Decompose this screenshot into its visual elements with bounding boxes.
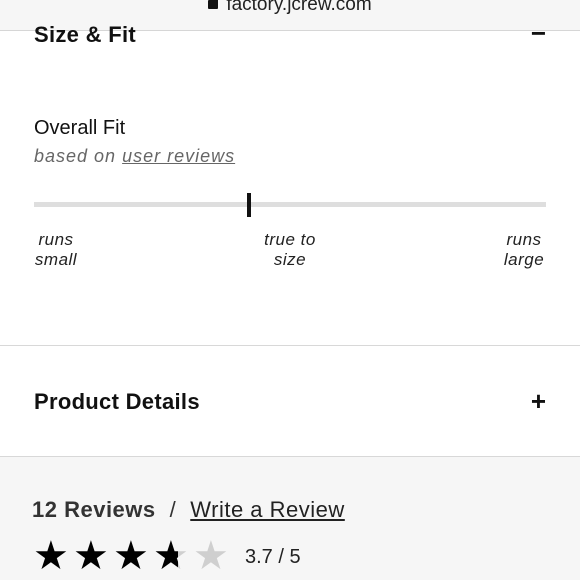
overall-fit-title: Overall Fit xyxy=(34,117,126,139)
reviews-header: 12 Reviews / Write a Review xyxy=(32,497,345,523)
based-on-text: based on xyxy=(34,146,117,166)
product-details-expand-icon[interactable]: + xyxy=(531,388,546,414)
scale-label-runs-large: runs large xyxy=(502,230,546,270)
scale-right-line2: large xyxy=(503,250,545,269)
star-partial-icon: ★ ★ xyxy=(153,534,189,578)
scale-right-line1: runs xyxy=(506,230,542,249)
scale-label-runs-small: runs small xyxy=(34,230,78,270)
star-filled-icon: ★ xyxy=(113,534,149,578)
review-count: 12 Reviews xyxy=(32,497,156,522)
star-filled-icon: ★ xyxy=(73,534,109,578)
separator: / xyxy=(169,497,177,522)
scale-mid-line2: size xyxy=(273,250,307,269)
star-empty-icon: ★ xyxy=(193,534,229,578)
star-partial-fill: ★ xyxy=(153,536,179,576)
size-fit-collapse-icon[interactable]: − xyxy=(531,20,546,46)
section-divider xyxy=(0,345,580,346)
size-fit-title[interactable]: Size & Fit xyxy=(34,22,136,48)
scale-left-line1: runs xyxy=(38,230,74,249)
scale-mid-line1: true to xyxy=(264,230,316,249)
overall-fit-subtitle: based on user reviews xyxy=(34,146,235,167)
fit-scale-marker xyxy=(247,193,252,217)
scale-left-line2: small xyxy=(34,250,78,269)
lock-icon xyxy=(208,0,219,9)
user-reviews-link[interactable]: user reviews xyxy=(122,146,235,166)
fit-scale-track xyxy=(34,202,546,207)
star-filled-icon: ★ xyxy=(33,534,69,578)
scale-label-true-to-size: true to size xyxy=(255,230,325,270)
rating-value: 3.7 / 5 xyxy=(245,546,301,568)
write-review-link[interactable]: Write a Review xyxy=(190,497,345,522)
product-details-title[interactable]: Product Details xyxy=(34,389,200,415)
url-text: factory.jcrew.com xyxy=(226,0,372,15)
url-display[interactable]: factory.jcrew.com xyxy=(0,0,580,16)
